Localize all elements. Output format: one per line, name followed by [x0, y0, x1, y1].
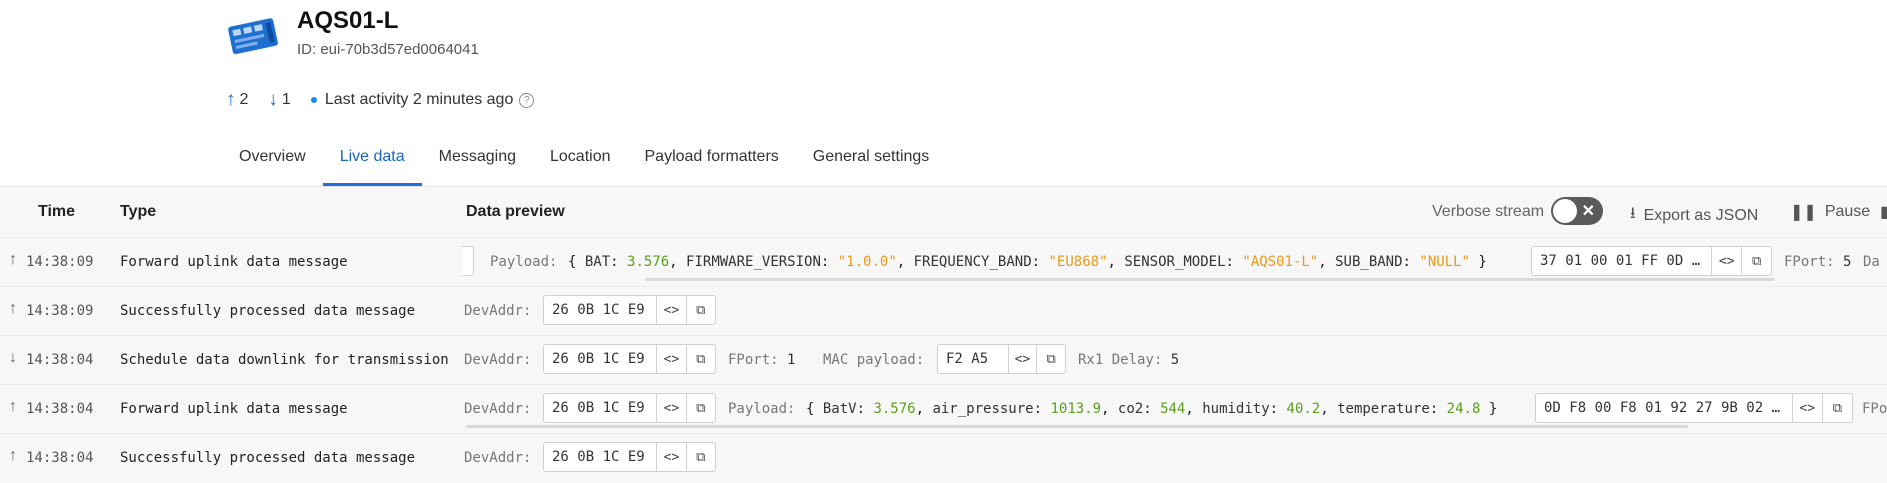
- tab-location[interactable]: Location: [533, 140, 628, 186]
- uplink-count[interactable]: ↑ 2: [226, 89, 248, 111]
- table-row[interactable]: ↓ 14:38:04 Schedule data downlink for tr…: [0, 335, 1887, 385]
- tab-payload-formatters[interactable]: Payload formatters: [628, 140, 796, 186]
- code-toggle-icon[interactable]: <>: [1791, 394, 1822, 422]
- help-icon[interactable]: ?: [519, 92, 535, 108]
- export-json-button[interactable]: ⭳ Export as JSON: [1630, 202, 1758, 229]
- mac-payload-box: F2 A5 <> ⧉: [937, 344, 1066, 374]
- column-time: Time: [38, 203, 76, 220]
- table-row[interactable]: ↑ 14:38:09 Successfully processed data m…: [0, 286, 1887, 336]
- table-row[interactable]: ↑ 14:38:09 Forward uplink data message P…: [0, 237, 1887, 287]
- arrow-up-icon: ↑: [9, 447, 17, 464]
- device-tabs: Overview Live data Messaging Location Pa…: [222, 140, 946, 186]
- tab-live-data[interactable]: Live data: [322, 140, 422, 186]
- clear-button[interactable]: ▮: [1880, 202, 1887, 222]
- horizontal-scrollbar[interactable]: [466, 425, 1688, 428]
- fport-label: FPort: 1: [728, 352, 796, 368]
- verbose-stream-toggle[interactable]: ✕: [1551, 197, 1603, 225]
- code-toggle-icon[interactable]: <>: [656, 345, 685, 373]
- arrow-up-icon: ↑: [9, 251, 17, 268]
- device-icon: [228, 18, 278, 55]
- tab-overview[interactable]: Overview: [222, 140, 323, 186]
- devaddr-box: 26 0B 1C E9 <> ⧉: [543, 344, 716, 374]
- arrow-down-icon: ↓: [268, 89, 278, 110]
- code-toggle-icon[interactable]: <>: [656, 296, 685, 324]
- column-data-preview: Data preview: [466, 203, 565, 220]
- verbose-stream-label: Verbose stream: [1432, 203, 1545, 220]
- activity-stats: ↑ 2 ↓ 1 Last activity 2 minutes ago ?: [226, 89, 554, 111]
- copy-icon[interactable]: ⧉: [685, 296, 715, 324]
- status-dot-icon: [310, 97, 317, 103]
- code-toggle-icon[interactable]: <>: [656, 394, 685, 422]
- column-type: Type: [120, 203, 157, 220]
- decoded-payload: { BatV: 3.576, air_pressure: 1013.9, co2…: [806, 401, 1498, 417]
- table-row[interactable]: ↑ 14:38:04 Forward uplink data message D…: [0, 384, 1887, 434]
- copy-icon[interactable]: ⧉: [1741, 247, 1771, 275]
- toggle-knob: [1553, 199, 1577, 223]
- raw-payload-box: 37 01 00 01 FF 0D F8 <> ⧉: [1531, 246, 1772, 276]
- code-toggle-icon[interactable]: <>: [1007, 345, 1037, 373]
- tab-general-settings[interactable]: General settings: [796, 140, 947, 186]
- raw-payload-box: 0D F8 00 F8 01 92 27 9B 02 20 … <> ⧉: [1535, 393, 1853, 423]
- close-icon: ✕: [1581, 203, 1595, 220]
- code-toggle-icon[interactable]: <>: [656, 443, 685, 471]
- download-icon: ⭳: [1630, 205, 1636, 222]
- copy-icon[interactable]: ⧉: [685, 443, 715, 471]
- copy-icon[interactable]: ⧉: [1821, 394, 1852, 422]
- pause-icon: ❚❚: [1790, 204, 1817, 221]
- device-name: AQS01-L: [297, 7, 399, 34]
- copy-icon[interactable]: ⧉: [685, 345, 715, 373]
- trash-icon: ▮: [1880, 204, 1887, 221]
- copy-icon[interactable]: ⧉: [1036, 345, 1065, 373]
- arrow-up-icon: ↑: [226, 89, 236, 110]
- devaddr-box: 26 0B 1C E9 <> ⧉: [543, 295, 716, 325]
- horizontal-scrollbar[interactable]: [645, 278, 1775, 281]
- copy-icon[interactable]: ⧉: [685, 394, 715, 422]
- table-header: Time Type Data preview Verbose stream: [0, 187, 1887, 237]
- arrow-up-icon: ↑: [9, 300, 17, 317]
- arrow-down-icon: ↓: [9, 349, 17, 366]
- downlink-count[interactable]: ↓ 1: [268, 89, 290, 111]
- rx1-delay-label: Rx1 Delay: 5: [1078, 352, 1180, 368]
- code-toggle-icon[interactable]: <>: [1711, 247, 1741, 275]
- pause-button[interactable]: ❚❚ Pause: [1790, 202, 1870, 222]
- arrow-up-icon: ↑: [9, 398, 17, 415]
- devaddr-box: 26 0B 1C E9 <> ⧉: [543, 393, 716, 423]
- devaddr-box: 26 0B 1C E9 <> ⧉: [543, 442, 716, 472]
- decoded-payload: { BAT: 3.576, FIRMWARE_VERSION: "1.0.0",…: [568, 254, 1487, 270]
- last-activity: Last activity 2 minutes ago ?: [310, 91, 535, 109]
- fport-label: FPort: 5: [1784, 254, 1852, 270]
- devaddr-box-clipped: [462, 246, 474, 276]
- tab-messaging[interactable]: Messaging: [422, 140, 533, 186]
- device-id: ID: eui-70b3d57ed0064041: [297, 41, 479, 58]
